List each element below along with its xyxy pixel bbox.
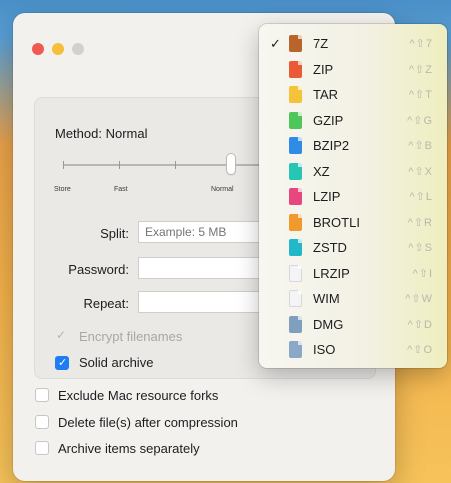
- password-label: Password:: [68, 262, 129, 277]
- slider-thumb[interactable]: [227, 154, 235, 174]
- menu-item-label: WIM: [313, 291, 340, 306]
- menu-item-7z[interactable]: ✓ 7Z ^⇧7: [259, 32, 447, 57]
- file-xz-icon: [289, 162, 302, 180]
- split-label: Split:: [100, 226, 129, 241]
- slider-label-fast: Fast: [114, 186, 128, 193]
- repeat-label: Repeat:: [83, 296, 129, 311]
- file-lrzip-icon: [289, 264, 302, 282]
- menu-item-label: LRZIP: [313, 265, 350, 281]
- exclude-forks-label: Exclude Mac resource forks: [58, 388, 219, 403]
- delete-files-label: Delete file(s) after compression: [58, 415, 238, 430]
- menu-item-wim[interactable]: WIM ^⇧W: [259, 287, 447, 312]
- checkmark-icon: ✓: [270, 36, 281, 51]
- file-7z-icon: [289, 35, 302, 52]
- solid-archive-checkbox[interactable]: [55, 356, 69, 370]
- slider-tick: [63, 161, 64, 169]
- zoom-button[interactable]: [72, 43, 84, 55]
- menu-item-label: GZIP: [313, 112, 344, 128]
- menu-item-brotli[interactable]: BROTLI ^⇧R: [259, 211, 447, 236]
- encrypt-filenames-label: Encrypt filenames: [79, 329, 183, 344]
- menu-item-shortcut: ^⇧S: [408, 242, 433, 254]
- file-tar-icon: [289, 86, 302, 103]
- exclude-forks-checkbox[interactable]: [35, 388, 49, 402]
- menu-item-label: XZ: [313, 163, 330, 179]
- slider-label-store: Store: [54, 186, 71, 193]
- solid-archive-label: Solid archive: [79, 355, 154, 370]
- menu-item-label: ISO: [313, 342, 336, 357]
- menu-item-xz[interactable]: XZ ^⇧X: [259, 160, 447, 185]
- menu-item-bzip2[interactable]: BZIP2 ^⇧B: [259, 134, 447, 159]
- delete-files-checkbox[interactable]: [35, 415, 49, 429]
- encrypt-filenames-checkbox[interactable]: [55, 328, 69, 344]
- menu-item-label: 7Z: [313, 36, 329, 51]
- menu-item-shortcut: ^⇧Z: [408, 63, 433, 76]
- menu-item-shortcut: ^⇧D: [407, 318, 433, 331]
- menu-item-label: DMG: [313, 316, 344, 332]
- menu-item-label: LZIP: [313, 189, 341, 204]
- menu-item-label: BZIP2: [313, 138, 350, 153]
- menu-item-lzip[interactable]: LZIP ^⇧L: [259, 185, 447, 210]
- menu-item-label: BROTLI: [313, 214, 360, 230]
- minimize-button[interactable]: [52, 43, 64, 55]
- format-menu: ✓ 7Z ^⇧7 ZIP ^⇧Z TAR ^⇧T GZIP ^⇧G BZIP2 ^⇧B XZ ^⇧X LZ…: [259, 24, 447, 368]
- menu-item-shortcut: ^⇧G: [407, 114, 433, 127]
- archive-separately-checkbox[interactable]: [35, 441, 49, 455]
- slider-tick: [175, 161, 176, 169]
- menu-item-label: ZIP: [313, 61, 334, 77]
- slider-label-normal: Normal: [211, 186, 234, 193]
- menu-item-shortcut: ^⇧O: [407, 344, 433, 356]
- file-brotli-icon: [289, 213, 302, 231]
- menu-item-tar[interactable]: TAR ^⇧T: [259, 83, 447, 108]
- file-zstd-icon: [289, 239, 302, 256]
- menu-item-shortcut: ^⇧B: [408, 140, 433, 152]
- menu-item-iso[interactable]: ISO ^⇧O: [259, 338, 447, 363]
- file-lzip-icon: [289, 188, 302, 205]
- menu-item-label: TAR: [313, 87, 339, 102]
- menu-item-shortcut: ^⇧7: [409, 38, 433, 50]
- menu-item-zip[interactable]: ZIP ^⇧Z: [259, 58, 447, 83]
- archive-separately-label: Archive items separately: [58, 441, 200, 456]
- menu-item-zstd[interactable]: ZSTD ^⇧S: [259, 236, 447, 261]
- menu-item-lrzip[interactable]: LRZIP ^⇧I: [259, 262, 447, 287]
- file-wim-icon: [289, 290, 302, 307]
- menu-item-shortcut: ^⇧W: [405, 293, 433, 305]
- file-iso-icon: [289, 341, 302, 358]
- menu-item-shortcut: ^⇧L: [409, 191, 433, 203]
- menu-item-shortcut: ^⇧T: [408, 89, 433, 101]
- menu-item-gzip[interactable]: GZIP ^⇧G: [259, 109, 447, 134]
- file-dmg-icon: [289, 315, 302, 333]
- menu-item-label: ZSTD: [313, 240, 347, 255]
- method-label: Method: Normal: [55, 126, 148, 141]
- file-zip-icon: [289, 60, 302, 78]
- file-gzip-icon: [289, 111, 302, 129]
- menu-item-shortcut: ^⇧I: [412, 267, 433, 280]
- menu-item-dmg[interactable]: DMG ^⇧D: [259, 313, 447, 338]
- slider-tick: [119, 161, 120, 169]
- file-bzip2-icon: [289, 137, 302, 154]
- menu-item-shortcut: ^⇧X: [408, 165, 433, 178]
- close-button[interactable]: [32, 43, 44, 55]
- menu-item-shortcut: ^⇧R: [407, 216, 433, 229]
